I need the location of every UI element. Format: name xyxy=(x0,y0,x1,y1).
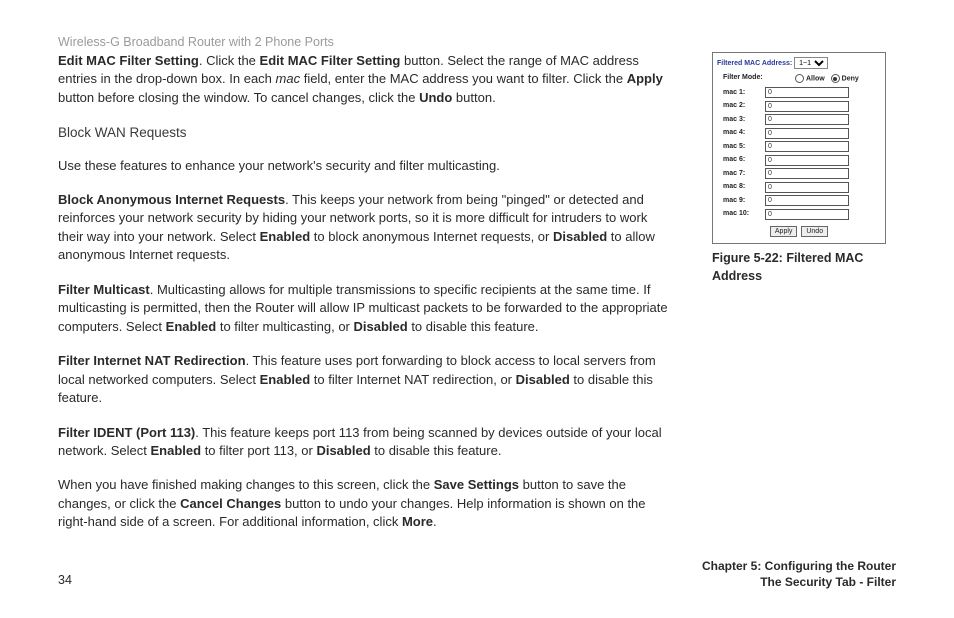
doc-header: Wireless-G Broadband Router with 2 Phone… xyxy=(58,34,334,52)
filter-mode-row: Filter Mode: Allow Deny xyxy=(717,74,881,83)
mac-input[interactable]: 0 xyxy=(765,209,849,220)
lead-edit-mac: Edit MAC Filter Setting xyxy=(58,53,199,68)
para-intro: Use these features to enhance your netwo… xyxy=(58,157,668,175)
para-filter-multicast: Filter Multicast. Multicasting allows fo… xyxy=(58,281,668,336)
figure-image: Filtered MAC Address: 1~10 Filter Mode: … xyxy=(712,52,886,244)
deny-option[interactable]: Deny xyxy=(831,74,859,83)
mac-label: mac 4: xyxy=(723,129,765,137)
para-save: When you have finished making changes to… xyxy=(58,476,668,531)
mac-label: mac 10: xyxy=(723,210,765,218)
mac-row: mac 5:0 xyxy=(723,141,881,152)
mac-row: mac 4:0 xyxy=(723,128,881,139)
footer-right: Chapter 5: Configuring the Router The Se… xyxy=(702,558,896,590)
allow-option[interactable]: Allow xyxy=(795,74,825,83)
mac-label: mac 9: xyxy=(723,197,765,205)
mac-row: mac 10:0 xyxy=(723,209,881,220)
mac-row: mac 6:0 xyxy=(723,155,881,166)
mac-label: mac 7: xyxy=(723,170,765,178)
para-filter-nat: Filter Internet NAT Redirection. This fe… xyxy=(58,352,668,407)
undo-button[interactable]: Undo xyxy=(801,226,828,238)
mac-input[interactable]: 0 xyxy=(765,168,849,179)
mac-input[interactable]: 0 xyxy=(765,141,849,152)
figure-5-22: Filtered MAC Address: 1~10 Filter Mode: … xyxy=(712,52,888,286)
subhead-block-wan: Block WAN Requests xyxy=(58,123,668,142)
mac-label: mac 6: xyxy=(723,156,765,164)
mac-input[interactable]: 0 xyxy=(765,101,849,112)
figure-buttons: Apply Undo xyxy=(717,226,881,238)
mac-input[interactable]: 0 xyxy=(765,155,849,166)
filter-mode-label: Filter Mode: xyxy=(723,74,795,83)
mac-input[interactable]: 0 xyxy=(765,182,849,193)
mac-input[interactable]: 0 xyxy=(765,87,849,98)
mac-row: mac 3:0 xyxy=(723,114,881,125)
page-number: 34 xyxy=(58,572,72,590)
footer-chapter: Chapter 5: Configuring the Router xyxy=(702,558,896,574)
mac-label: mac 5: xyxy=(723,143,765,151)
mac-label: mac 3: xyxy=(723,116,765,124)
para-block-anon: Block Anonymous Internet Requests. This … xyxy=(58,191,668,265)
filtered-mac-label: Filtered MAC Address: xyxy=(717,60,792,67)
mac-label: mac 2: xyxy=(723,102,765,110)
fig-top-row: Filtered MAC Address: 1~10 xyxy=(717,57,881,69)
mac-row: mac 9:0 xyxy=(723,195,881,206)
mac-row: mac 7:0 xyxy=(723,168,881,179)
radio-icon xyxy=(831,74,840,83)
figure-caption: Figure 5-22: Filtered MAC Address xyxy=(712,250,888,286)
mac-input[interactable]: 0 xyxy=(765,128,849,139)
para-edit-mac: Edit MAC Filter Setting. Click the Edit … xyxy=(58,52,668,107)
mac-range-select[interactable]: 1~10 xyxy=(794,57,828,69)
mac-label: mac 1: xyxy=(723,89,765,97)
mac-row: mac 2:0 xyxy=(723,101,881,112)
footer-section: The Security Tab - Filter xyxy=(702,574,896,590)
mac-row: mac 1:0 xyxy=(723,87,881,98)
mac-row: mac 8:0 xyxy=(723,182,881,193)
body-column: Edit MAC Filter Setting. Click the Edit … xyxy=(58,52,668,548)
mac-rows: mac 1:0mac 2:0mac 3:0mac 4:0mac 5:0mac 6… xyxy=(717,87,881,220)
mac-input[interactable]: 0 xyxy=(765,195,849,206)
mac-label: mac 8: xyxy=(723,183,765,191)
radio-icon xyxy=(795,74,804,83)
mac-input[interactable]: 0 xyxy=(765,114,849,125)
apply-button[interactable]: Apply xyxy=(770,226,798,238)
para-filter-ident: Filter IDENT (Port 113). This feature ke… xyxy=(58,424,668,461)
